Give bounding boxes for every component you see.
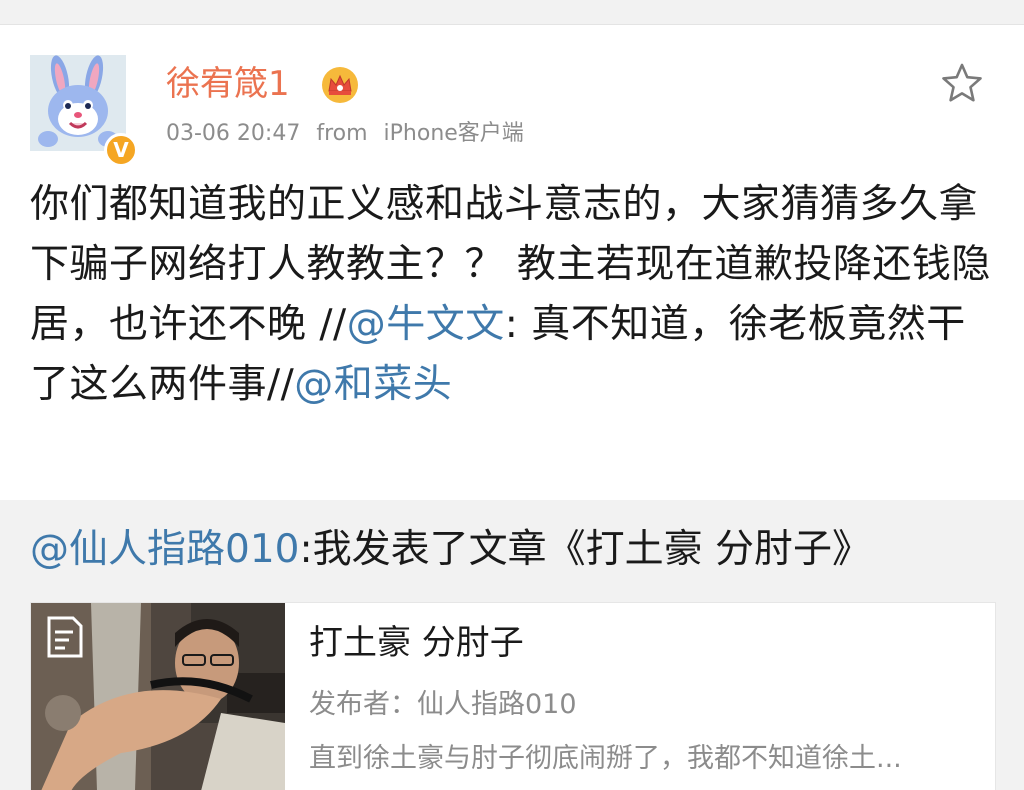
mention-link[interactable]: @牛文文 [347, 302, 505, 347]
article-author: 发布者：仙人指路010 [309, 689, 577, 720]
repost-text: @仙人指路010:我发表了文章《打土豪 分肘子》 [30, 522, 998, 578]
article-card[interactable]: 打土豪 分肘子 发布者：仙人指路010 直到徐土豪与肘子彻底闹掰了，我都不知道徐… [30, 602, 996, 790]
star-icon[interactable] [938, 59, 986, 107]
post-card: V 徐宥箴1 03-06 20:47 from iPhone客户端 你们都知道我的正… [0, 25, 1024, 500]
post-timestamp: 03-06 20:47 [166, 121, 301, 146]
repost-author-mention[interactable]: @仙人指路010 [30, 527, 299, 572]
post-body: 你们都知道我的正义感和战斗意志的，大家猜猜多久拿下骗子网络打人教教主？？ 教主若… [30, 175, 998, 415]
post-meta: 03-06 20:47 from iPhone客户端 [166, 119, 524, 149]
post-source[interactable]: iPhone客户端 [384, 121, 524, 146]
article-summary: 直到徐土豪与肘子彻底闹掰了，我都不知道徐土... [309, 743, 902, 774]
post-source-prefix: from [316, 121, 368, 146]
mention-link[interactable]: @和菜头 [294, 362, 452, 407]
article-title[interactable]: 打土豪 分肘子 [309, 621, 524, 665]
verified-icon: V [104, 133, 138, 167]
article-thumbnail [31, 603, 285, 790]
crown-icon[interactable] [320, 65, 360, 105]
repost-body: :我发表了文章《打土豪 分肘子》 [299, 527, 871, 572]
repost-section[interactable]: @仙人指路010:我发表了文章《打土豪 分肘子》 打土豪 分肘子 发布者：仙人指… [0, 500, 1024, 790]
weibo-post-screen: V 徐宥箴1 03-06 20:47 from iPhone客户端 你们都知道我的正… [0, 0, 1024, 790]
username[interactable]: 徐宥箴1 [166, 61, 290, 107]
article-icon [47, 616, 83, 658]
top-divider [0, 0, 1024, 25]
